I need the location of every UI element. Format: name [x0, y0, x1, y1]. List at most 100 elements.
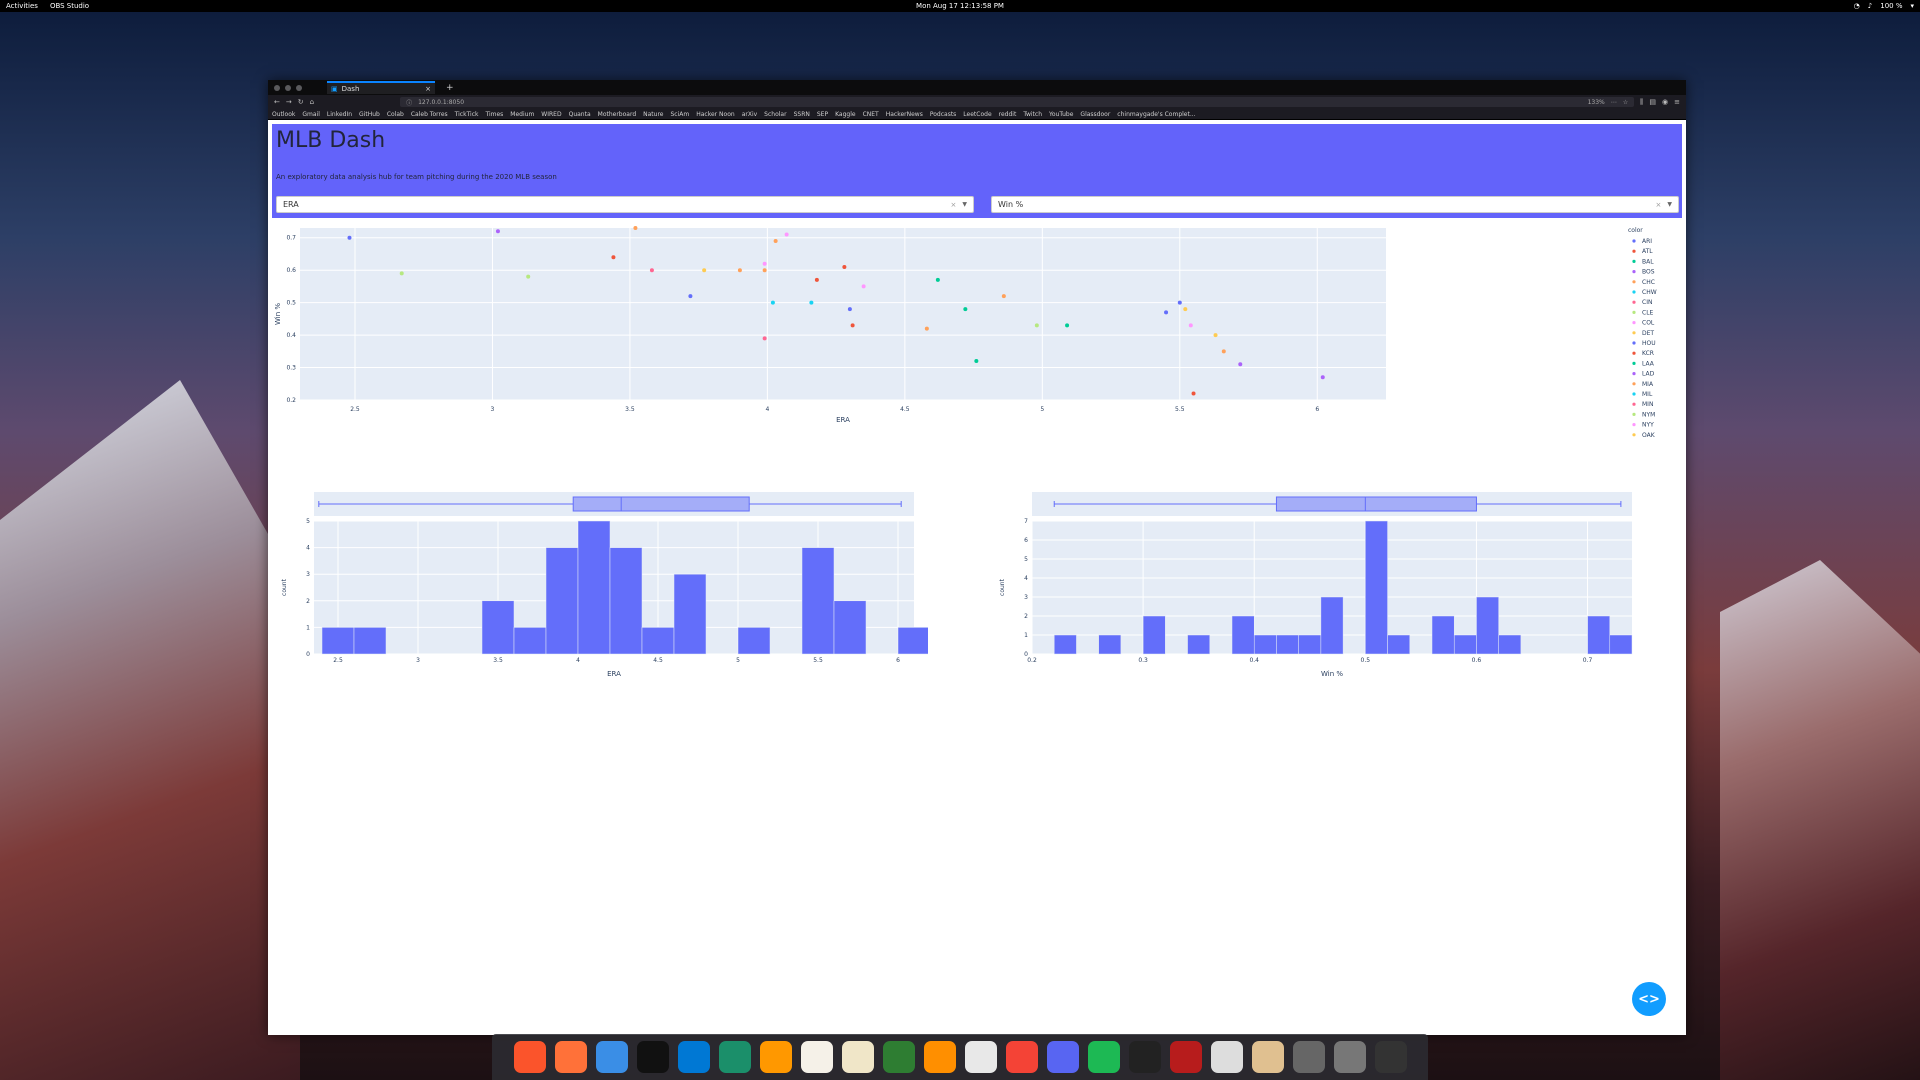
sidebar-icon[interactable]: ▤: [1649, 98, 1656, 106]
close-window-button[interactable]: [274, 84, 280, 91]
screenshot-icon[interactable]: [1210, 1041, 1243, 1073]
bookmark-item[interactable]: Motherboard: [598, 111, 637, 118]
bookmark-item[interactable]: LeetCode: [963, 111, 991, 118]
scatter-point: [1221, 349, 1226, 354]
bookmark-item[interactable]: Quanta: [569, 111, 591, 118]
minimize-window-button[interactable]: [285, 84, 291, 91]
bookmark-item[interactable]: SciAm: [671, 111, 690, 118]
volume-icon[interactable]: ♪: [1868, 2, 1872, 10]
plot-background: [300, 228, 1386, 400]
brave-icon[interactable]: [513, 1041, 546, 1073]
bookmark-item[interactable]: chinmaygade's Complet...: [1117, 111, 1195, 118]
page-title: MLB Dash: [276, 128, 386, 153]
bookmark-item[interactable]: GitHub: [359, 111, 380, 118]
filezilla-icon[interactable]: [1169, 1041, 1202, 1073]
legend-label: LAA: [1642, 360, 1655, 367]
bookmark-item[interactable]: Podcasts: [930, 111, 956, 118]
terminal-icon[interactable]: [636, 1041, 669, 1073]
extension-icon[interactable]: ◉: [1662, 98, 1668, 106]
preferences-icon[interactable]: [1292, 1041, 1325, 1073]
bookmark-item[interactable]: Glassdoor: [1080, 111, 1110, 118]
maximize-window-button[interactable]: [296, 84, 302, 91]
battery-label[interactable]: 100 %: [1880, 2, 1902, 10]
x-axis-dropdown[interactable]: ERA × ▼: [276, 196, 974, 213]
bookmark-item[interactable]: Nature: [643, 111, 663, 118]
chevron-down-icon[interactable]: ▼: [962, 201, 967, 208]
bookmark-item[interactable]: LinkedIn: [327, 111, 352, 118]
x-dropdown-clear-icon[interactable]: ×: [951, 201, 957, 209]
firefox-icon[interactable]: [554, 1041, 587, 1073]
bookmark-item[interactable]: arXiv: [742, 111, 757, 118]
scatter-point: [611, 255, 616, 260]
atom-icon[interactable]: [718, 1041, 751, 1073]
legend-marker: [1632, 239, 1636, 243]
bookmark-item[interactable]: reddit: [999, 111, 1017, 118]
bookmark-item[interactable]: Medium: [510, 111, 534, 118]
tab-dash[interactable]: ▣ Dash ×: [327, 81, 435, 94]
menu-icon[interactable]: ≡: [1674, 98, 1680, 106]
x-axis-title: ERA: [607, 670, 621, 678]
power-icon[interactable]: ▾: [1910, 2, 1914, 10]
scatter-point: [814, 277, 819, 282]
bookmark-item[interactable]: Gmail: [302, 111, 320, 118]
scatter-chart: 2.5 3 3.5 4 4.5 5 5.5 6 0.2 0.3 0.4 0.5 0.6 0.7 ERA Win…: [274, 226, 1657, 439]
discord-icon[interactable]: [1046, 1041, 1079, 1073]
tab-close-icon[interactable]: ×: [425, 85, 431, 93]
scatter-point: [762, 261, 767, 266]
bookmark-item[interactable]: YouTube: [1049, 111, 1073, 118]
wallpaper-mountain-left: [0, 380, 300, 1080]
bookmark-item[interactable]: Times: [485, 111, 503, 118]
wifi-icon[interactable]: ◔: [1854, 2, 1860, 10]
bookmark-item[interactable]: SSRN: [794, 111, 810, 118]
histogram-bar: [1187, 634, 1211, 655]
bookmark-item[interactable]: CNET: [863, 111, 879, 118]
spotify-icon[interactable]: [1087, 1041, 1120, 1073]
textedit-icon[interactable]: [841, 1041, 874, 1073]
y-axis-dropdown[interactable]: Win % × ▼: [991, 196, 1679, 213]
notes-icon[interactable]: [800, 1041, 833, 1073]
bookmark-item[interactable]: TickTick: [455, 111, 479, 118]
obs-icon[interactable]: [1128, 1041, 1161, 1073]
forward-icon[interactable]: →: [286, 98, 292, 106]
legend-label: ARI: [1642, 238, 1652, 245]
vscode-icon[interactable]: [677, 1041, 710, 1073]
legend-marker: [1632, 402, 1636, 406]
new-tab-button[interactable]: +: [446, 83, 454, 93]
finder-icon[interactable]: [595, 1041, 628, 1073]
reload-icon[interactable]: ↻: [298, 98, 304, 106]
egg-icon[interactable]: [964, 1041, 997, 1073]
numbers-icon[interactable]: [882, 1041, 915, 1073]
page-actions-icon[interactable]: ⋯: [1611, 99, 1617, 106]
legend-label: COL: [1642, 320, 1655, 327]
sublime-icon[interactable]: [759, 1041, 792, 1073]
bookmark-item[interactable]: WIRED: [541, 111, 561, 118]
bookmark-item[interactable]: SEP: [817, 111, 828, 118]
legend-label: ATL: [1642, 248, 1653, 255]
calendar-icon[interactable]: [1005, 1041, 1038, 1073]
url-bar[interactable]: ⓘ 127.0.0.1:8050 133% ⋯ ☆: [400, 97, 1635, 107]
books-icon[interactable]: [923, 1041, 956, 1073]
bookmark-item[interactable]: HackerNews: [886, 111, 923, 118]
activities-button[interactable]: Activities: [6, 2, 38, 10]
zoom-level[interactable]: 133%: [1588, 99, 1605, 106]
code-toggle-button[interactable]: <>: [1632, 982, 1666, 1016]
bookmark-item[interactable]: Hacker Noon: [696, 111, 734, 118]
settings-icon[interactable]: [1333, 1041, 1366, 1073]
bookmark-item[interactable]: Scholar: [764, 111, 786, 118]
installer-icon[interactable]: [1251, 1041, 1284, 1073]
y-tick-label: 1: [1024, 632, 1028, 639]
bookmark-star-icon[interactable]: ☆: [1623, 99, 1628, 106]
legend-label: CLE: [1642, 309, 1654, 316]
back-icon[interactable]: ←: [274, 98, 280, 106]
chevron-down-icon[interactable]: ▼: [1667, 201, 1672, 208]
bookmark-item[interactable]: Twitch: [1023, 111, 1042, 118]
library-icon[interactable]: ⫼: [1640, 98, 1643, 107]
bookmark-item[interactable]: Kaggle: [835, 111, 855, 118]
bookmark-item[interactable]: Outlook: [272, 111, 295, 118]
home-icon[interactable]: ⌂: [310, 98, 314, 106]
bookmark-item[interactable]: Colab: [387, 111, 404, 118]
app-menu[interactable]: OBS Studio: [50, 2, 89, 10]
bookmark-item[interactable]: Caleb Torres: [411, 111, 448, 118]
y-dropdown-clear-icon[interactable]: ×: [1656, 201, 1662, 209]
keyboard-icon[interactable]: [1374, 1041, 1407, 1073]
